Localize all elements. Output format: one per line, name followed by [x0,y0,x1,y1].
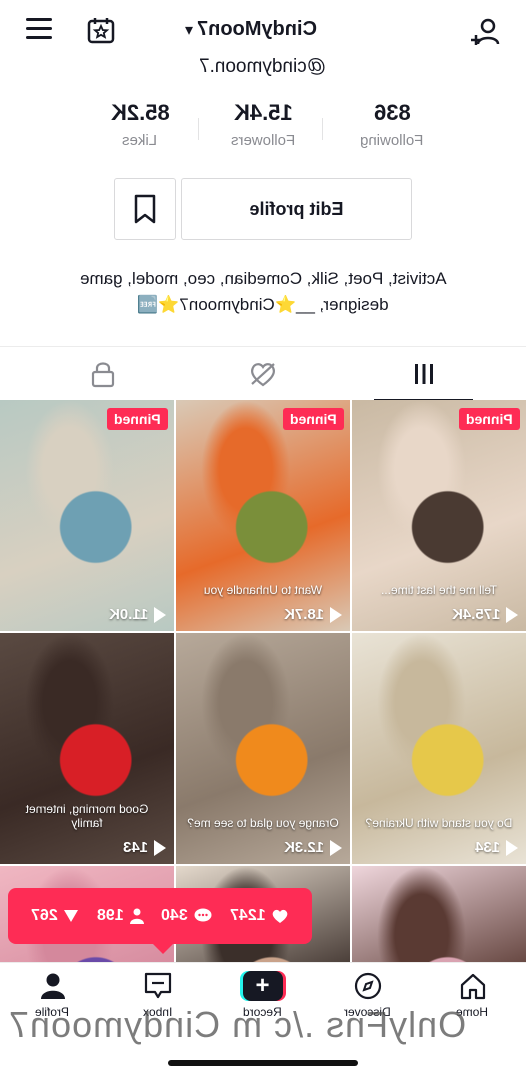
comments-count: 340 [161,907,189,924]
view-count-label: 134 [474,839,500,856]
share-arrow-icon [64,910,79,922]
toast-shares: 267 [31,907,80,925]
play-icon [154,839,166,856]
followers-gained: 198 [97,907,124,924]
toast-likes: 1247 [230,907,290,925]
likes-gained: 1247 [229,907,266,924]
watermark-text: OnlyFns ./c m Cindymoon7 [8,1004,518,1046]
chevron-down-icon: ▾ [185,22,194,39]
pinned-badge: Pinned [459,408,520,430]
toast-followers: 198 [97,907,144,925]
play-icon [330,839,342,856]
watermark-label: OnlyFns ./c m Cindymoon7 [8,1004,467,1045]
username: CindyMoon7 [197,18,318,40]
stat-followers[interactable]: 15.4K Followers [203,100,323,149]
view-count: 134 [475,839,518,856]
shares-count: 267 [30,907,58,924]
following-label: Following [360,132,424,149]
likes-count: 85.2K [110,100,170,125]
view-count-label: 143 [122,839,148,856]
grid-icon [414,364,433,384]
home-indicator [168,1060,358,1066]
pinned-label: Pinned [466,411,513,427]
toast-comments: 340 [161,907,212,925]
comment-icon [194,908,212,922]
view-count: 12.3K [284,839,342,856]
video-caption: Want to Unhandle you [203,583,323,597]
inbox-icon [144,972,171,999]
home-icon [460,973,485,1000]
play-icon [506,606,518,623]
view-count: 143 [123,839,166,856]
following-count: 836 [373,100,411,125]
view-count: 175.4K [452,606,518,623]
video-grid: Pinned Tell me the last time... 175.4K Pinn… [0,400,526,1079]
username-dropdown[interactable]: ▾ CindyMoon7 [185,18,317,41]
video-caption: Good morning, internet family [25,802,149,830]
tab-private[interactable] [15,347,190,401]
view-count: 18.7K [284,606,342,623]
profile-header: ▾ CindyMoon7 [0,0,526,62]
view-count-label: 18.7K [283,606,324,623]
bookmark-button[interactable] [114,178,176,240]
video-thumbnail[interactable]: Do you stand with Ukraine? 134 [352,633,526,864]
followers-count: 15.4K [233,100,293,125]
followers-label: Followers [230,132,296,149]
likes-label: Likes [122,132,158,149]
add-user-icon[interactable] [468,14,504,50]
video-thumbnail[interactable]: Orange you glad to see me? 12.3K [176,633,350,864]
tab-videos[interactable] [336,347,511,401]
bookmark-icon [134,194,156,224]
bio-line-1: Activist, Poet, Silk, Comedian, ceo, mod… [79,269,447,288]
tab-liked[interactable] [175,347,350,401]
bio-line-2: designer, __⭐Cindymoon7⭐🆓 [137,295,389,314]
video-thumbnail[interactable]: Pinned Want to Unhandle you 18.7K [176,400,350,631]
play-icon [154,606,166,623]
pinned-badge: Pinned [107,408,168,430]
video-caption: Do you stand with Ukraine? [365,816,513,830]
video-caption: Tell me the last time... [380,583,498,597]
menu-icon[interactable] [26,18,54,42]
play-icon [330,606,342,623]
profile-handle: @cindymoon.7 [0,56,526,78]
handle-text: @cindymoon.7 [199,56,327,77]
pinned-badge: Pinned [283,408,344,430]
edit-profile-label: Edit profile [249,199,344,219]
profile-icon [40,973,65,999]
stat-following[interactable]: 836 Following [332,100,452,149]
record-icon: + [239,971,286,1001]
person-icon [129,908,144,924]
video-caption: Orange you glad to see me? [187,816,339,830]
video-thumbnail[interactable]: Pinned Tell me the last time... 175.4K [352,400,526,631]
profile-bio: Activist, Poet, Silk, Comedian, ceo, mod… [40,266,486,318]
view-count-label: 11.0K [108,606,148,623]
video-thumbnail[interactable]: Good morning, internet family 143 [0,633,174,864]
heart-hidden-icon [250,363,275,387]
video-stats-toast: 267 198 340 1247 [8,888,312,954]
pinned-label: Pinned [114,411,161,427]
profile-stats: 836 Following 15.4K Followers 85.2K Like… [0,100,526,160]
view-count-label: 12.3K [283,839,324,856]
view-count-label: 175.4K [451,606,500,623]
calendar-star-icon[interactable] [86,15,116,45]
view-count: 11.0K [109,606,166,623]
profile-tabs [0,346,526,401]
compass-icon [354,972,381,1000]
heart-icon [272,909,288,923]
play-icon [506,839,518,856]
edit-profile-button[interactable]: Edit profile [181,178,412,240]
lock-icon [91,362,114,388]
video-thumbnail[interactable]: Pinned 11.0K [0,400,174,631]
pinned-label: Pinned [290,411,337,427]
stat-likes[interactable]: 85.2K Likes [80,100,200,149]
